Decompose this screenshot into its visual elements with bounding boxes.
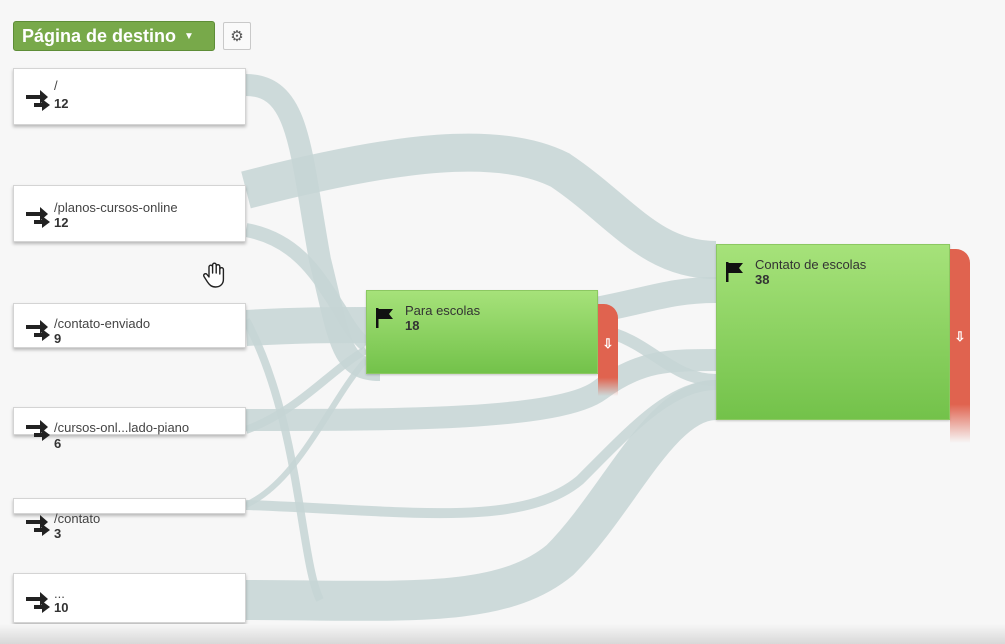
settings-button[interactable]: ⚙ bbox=[223, 22, 251, 50]
goal-label: Para escolas bbox=[405, 303, 481, 318]
flag-icon bbox=[726, 262, 743, 282]
gear-icon: ⚙ bbox=[230, 28, 244, 45]
entrance-arrows-icon bbox=[26, 592, 50, 613]
source-node[interactable]: /contato-enviado 9 bbox=[13, 303, 246, 348]
source-node[interactable]: / 12 bbox=[13, 68, 246, 125]
source-node[interactable]: /contato 3 bbox=[13, 498, 246, 541]
source-label: /cursos-onl...lado-piano bbox=[54, 420, 190, 435]
goal-node-contato-de-escolas[interactable]: Contato de escolas 38 bbox=[716, 244, 950, 420]
down-arrow-icon: ⇩ bbox=[602, 336, 614, 351]
dropoff-bar[interactable]: ⇩ bbox=[598, 304, 618, 396]
source-node[interactable]: /cursos-onl...lado-piano 6 bbox=[13, 407, 246, 451]
source-node[interactable]: /planos-cursos-online 12 bbox=[13, 185, 246, 242]
down-arrow-icon: ⇩ bbox=[954, 329, 966, 344]
entrance-arrows-icon bbox=[26, 515, 50, 536]
source-count: 3 bbox=[54, 526, 62, 541]
source-label: /contato bbox=[54, 511, 101, 526]
dropoff-bar[interactable]: ⇩ bbox=[950, 249, 970, 443]
flow-path bbox=[593, 277, 717, 323]
source-label: /contato-enviado bbox=[54, 316, 151, 331]
goal-count: 38 bbox=[755, 272, 770, 287]
entrance-arrows-icon bbox=[26, 207, 50, 228]
source-count: 9 bbox=[54, 331, 62, 346]
flow-path bbox=[242, 318, 324, 602]
dimension-label: Página de destino bbox=[22, 25, 177, 46]
entrance-arrows-icon bbox=[26, 420, 50, 441]
source-count: 12 bbox=[54, 215, 69, 230]
flag-icon bbox=[376, 308, 393, 328]
source-label: / bbox=[54, 78, 58, 93]
source-label: /planos-cursos-online bbox=[54, 200, 178, 215]
source-count: 12 bbox=[54, 96, 69, 111]
source-node[interactable]: ... 10 bbox=[13, 573, 246, 623]
source-count: 10 bbox=[54, 600, 69, 615]
caret-down-icon: ▼ bbox=[184, 30, 194, 42]
goal-count: 18 bbox=[405, 318, 420, 333]
flow-path bbox=[244, 357, 369, 508]
entrance-arrows-icon bbox=[26, 320, 50, 341]
entrance-arrows-icon bbox=[26, 90, 50, 111]
flow-path bbox=[245, 307, 367, 346]
goal-label: Contato de escolas bbox=[755, 257, 867, 272]
source-count: 6 bbox=[54, 436, 62, 451]
bottom-scroll-shadow bbox=[0, 624, 1005, 644]
source-label: ... bbox=[54, 586, 65, 601]
dimension-selector-button[interactable]: Página de destino ▼ bbox=[13, 21, 215, 51]
hand-cursor-icon bbox=[203, 262, 225, 288]
goal-node-para-escolas[interactable]: Para escolas 18 bbox=[366, 290, 598, 374]
